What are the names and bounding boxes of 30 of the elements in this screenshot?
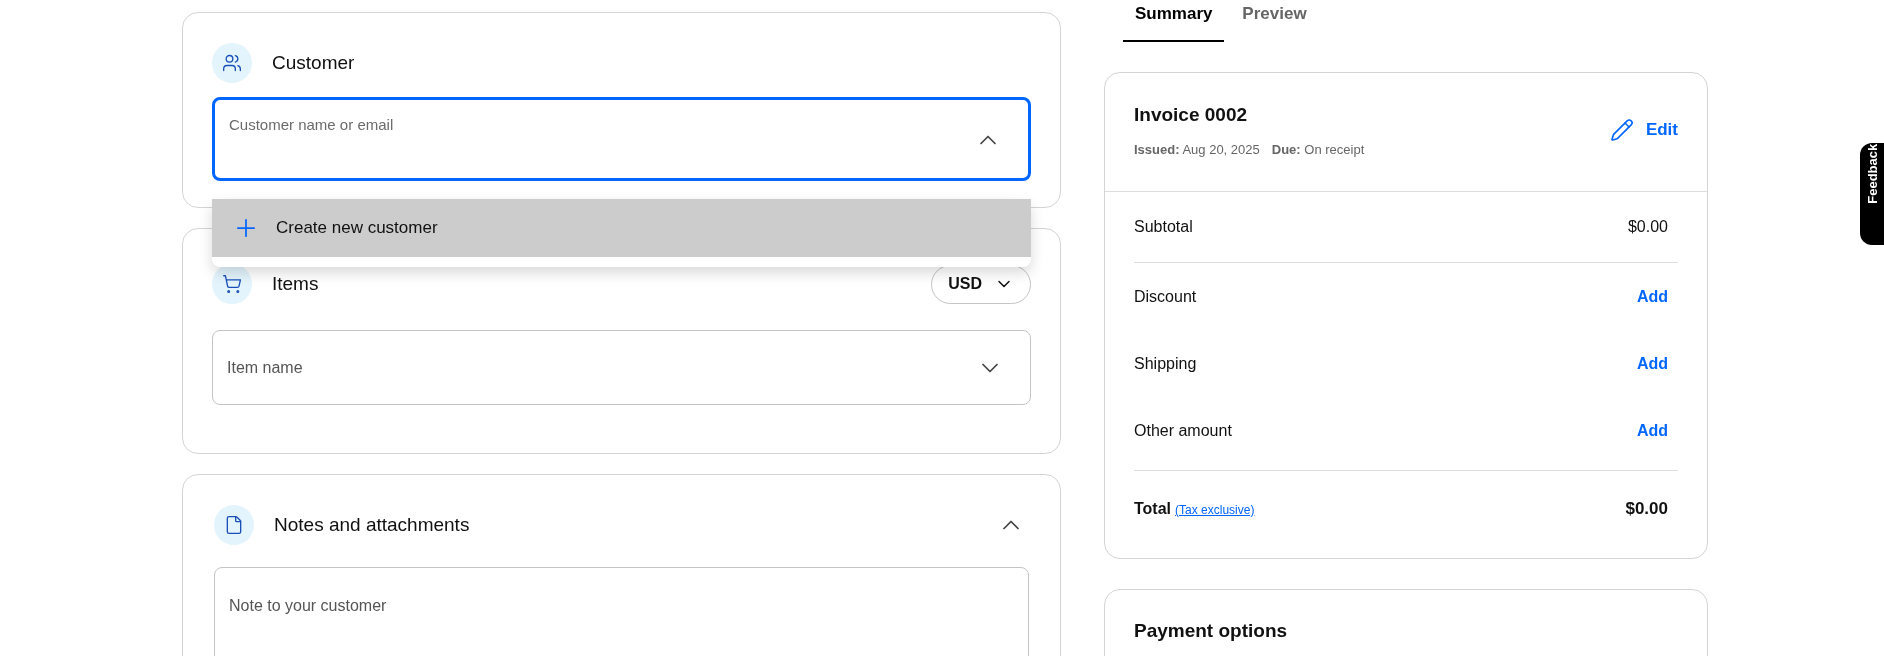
pencil-icon [1609,118,1634,142]
due-date: Due: On receipt [1271,140,1365,159]
section-title: Items [272,271,319,296]
tab[interactable]: Preview [1224,0,1325,42]
tab[interactable]: Summary [1123,0,1224,42]
summary-label: Subtotal [1134,217,1193,237]
add-link[interactable]: Add [1636,284,1668,309]
summary-label: Discount [1134,286,1197,307]
summary-label: Shipping [1134,353,1197,374]
total-label: Total [1134,498,1172,519]
add-link[interactable]: Add [1636,351,1668,376]
amount: $0.00 [1627,217,1668,237]
section-title: Notes and attachments [274,512,470,537]
dropdown-item[interactable]: Create new customer [212,199,1031,257]
section-title: Payment options [1134,620,1288,641]
invoice-title: Invoice 0002 [1134,103,1249,127]
summary-label: Other amount [1134,420,1232,441]
document-icon [224,515,244,535]
people-icon [222,53,242,73]
note-field[interactable]: Note to your customer [214,567,1029,656]
total-amount: $0.00 [1625,497,1668,520]
customer-field[interactable]: Customer name or email [212,97,1031,181]
edit-button[interactable]: Edit [1609,117,1678,143]
add-link[interactable]: Add [1636,418,1668,443]
cart-icon [222,274,242,294]
section-title: Customer [272,50,355,75]
feedback-tab[interactable]: Feedback [1860,143,1884,245]
issued-date: Issued: Aug 20, 2025 [1134,140,1260,159]
item-field[interactable]: Item name [212,330,1031,405]
tax-link[interactable]: (Tax exclusive) [1175,500,1255,519]
